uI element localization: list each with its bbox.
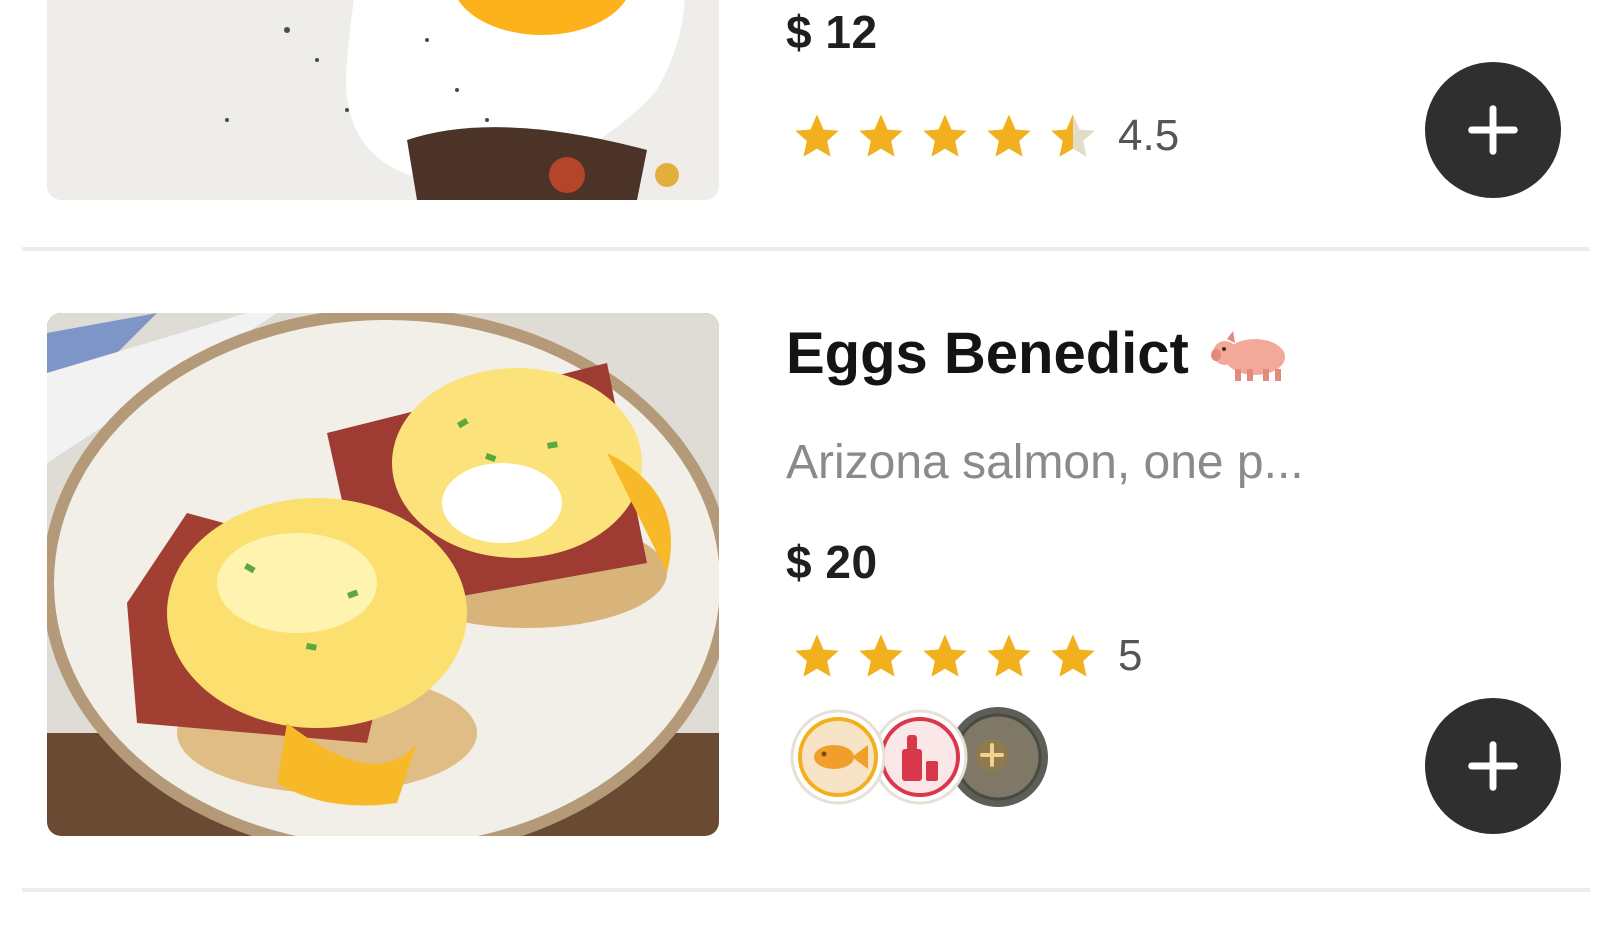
- dish-photo[interactable]: [47, 313, 719, 836]
- plus-icon: [1468, 741, 1518, 791]
- star-icon: [923, 114, 967, 157]
- star-icon: [795, 634, 839, 677]
- divider: [22, 888, 1590, 892]
- pig-icon: [1210, 330, 1285, 381]
- price-label: $ 12: [786, 6, 878, 58]
- allergen-badges[interactable]: [790, 705, 1050, 815]
- dish-title: Eggs Benedict: [786, 321, 1189, 386]
- drink-icon: [872, 709, 968, 805]
- rating: 5: [790, 630, 1142, 682]
- plus-icon: [1468, 105, 1518, 155]
- star-icon: [859, 634, 903, 677]
- menu-item[interactable]: $ 12 4.5: [0, 0, 1600, 255]
- dish-description: Arizona salmon, one p...: [786, 436, 1304, 489]
- half-star-icon: [1051, 114, 1095, 157]
- dish-title-row: Eggs Benedict: [786, 320, 1293, 387]
- fish-icon: [790, 709, 886, 805]
- star-icon: [923, 634, 967, 677]
- price-label: $ 20: [786, 536, 878, 588]
- menu-item[interactable]: Eggs Benedict Arizona salmon, one p... $…: [0, 255, 1600, 889]
- star-icon: [987, 634, 1031, 677]
- star-icon: [859, 114, 903, 157]
- menu-list: $ 12 4.5 Eggs Benedict Arizona salmon, o…: [0, 0, 1600, 937]
- rating: 4.5: [790, 110, 1179, 162]
- dish-photo[interactable]: [47, 0, 719, 200]
- star-rating: [790, 630, 1100, 682]
- add-to-cart-button[interactable]: [1425, 698, 1561, 834]
- rating-value: 4.5: [1118, 111, 1180, 160]
- rating-value: 5: [1118, 631, 1143, 680]
- add-to-cart-button[interactable]: [1425, 62, 1561, 198]
- star-icon: [795, 114, 839, 157]
- star-icon: [987, 114, 1031, 157]
- star-icon: [1051, 634, 1095, 677]
- divider: [22, 247, 1590, 251]
- star-rating: [790, 110, 1100, 162]
